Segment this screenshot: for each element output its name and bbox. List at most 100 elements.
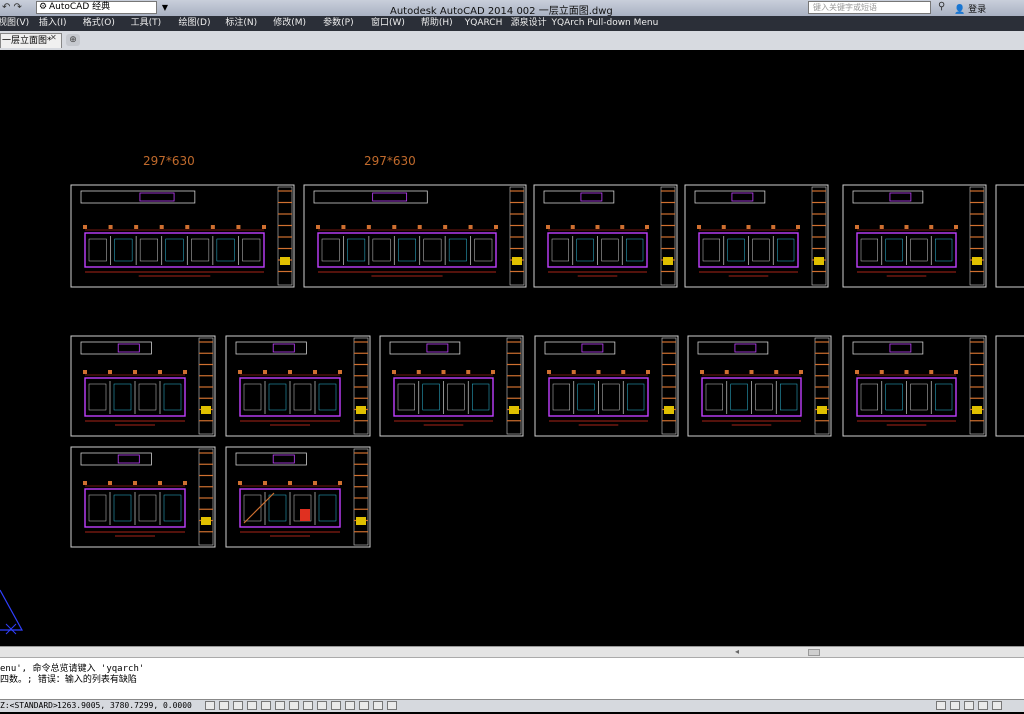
title-block xyxy=(969,186,985,286)
snap-toggle-icon[interactable] xyxy=(205,701,215,710)
elevation-panel xyxy=(163,383,182,411)
drawing-canvas[interactable]: 297*630 297*630 xyxy=(0,50,1024,646)
hardware-icon[interactable] xyxy=(964,701,974,710)
binoculars-icon[interactable]: ⚲ xyxy=(938,1,945,12)
menu-item-parametric[interactable]: 参数(P) xyxy=(323,16,368,31)
dimension-mark xyxy=(796,225,800,229)
menu-item-yqarch[interactable]: YQARCH xyxy=(465,16,508,31)
elevation-panel xyxy=(268,494,287,522)
dimension-mark xyxy=(746,225,751,229)
key-plan xyxy=(852,341,924,355)
elevation-panel xyxy=(601,238,619,262)
otrack-toggle-icon[interactable] xyxy=(289,701,299,710)
lwt-toggle-icon[interactable] xyxy=(331,701,341,710)
elevation-panel xyxy=(397,383,415,411)
dimension-mark xyxy=(313,370,317,374)
menu-item-format[interactable]: 格式(O) xyxy=(83,16,128,31)
menu-item-help[interactable]: 帮助(H) xyxy=(421,16,462,31)
clean-screen-icon[interactable] xyxy=(992,701,1002,710)
ortho-toggle-icon[interactable] xyxy=(233,701,243,710)
dimension-mark xyxy=(238,481,242,485)
dimension-mark xyxy=(468,225,473,229)
dimension-mark xyxy=(108,225,113,229)
menu-item-modify[interactable]: 修改(M) xyxy=(273,16,320,31)
undo-redo-icons[interactable]: ↶ ↷ xyxy=(2,2,32,14)
title-block xyxy=(353,337,369,435)
dimension-mark xyxy=(313,481,317,485)
elevation-panel xyxy=(705,383,723,411)
key-plan xyxy=(543,190,615,204)
elevation-panel xyxy=(702,238,720,262)
elevation-panel xyxy=(347,238,366,262)
status-tray xyxy=(936,701,1006,714)
ducs-toggle-icon[interactable] xyxy=(303,701,313,710)
key-plan-room xyxy=(272,343,295,353)
menu-item-tools[interactable]: 工具(T) xyxy=(131,16,176,31)
elevation-sheets[interactable] xyxy=(0,50,1024,646)
elevation-panel xyxy=(752,238,770,262)
workspace-switch-icon[interactable] xyxy=(936,701,946,710)
menu-item-draw[interactable]: 绘图(D) xyxy=(179,16,223,31)
dimension-mark xyxy=(724,370,729,374)
osnap-toggle-icon[interactable] xyxy=(261,701,271,710)
chevron-down-icon[interactable]: ▼ xyxy=(162,2,168,13)
elevation-panel xyxy=(885,383,903,411)
search-input[interactable]: 键入关键字或短语 xyxy=(808,1,931,14)
lock-icon[interactable] xyxy=(950,701,960,710)
status-bar: Z:<STANDARD> 1263.9005, 3780.7299, 0.000… xyxy=(0,699,1024,712)
scrollbar-thumb[interactable] xyxy=(808,649,820,656)
elevation-panel xyxy=(88,383,107,411)
dimension-mark xyxy=(183,370,187,374)
elevation-panel xyxy=(935,383,953,411)
elevation-panel xyxy=(216,238,235,262)
title-block-stamp xyxy=(664,406,674,414)
dimension-mark xyxy=(491,370,495,374)
dimension-mark xyxy=(620,225,625,229)
dimension-mark xyxy=(210,225,215,229)
dyn-toggle-icon[interactable] xyxy=(317,701,327,710)
menu-item-view[interactable]: 视图(V) xyxy=(0,16,36,31)
login-button[interactable]: 👤 登录 xyxy=(954,2,986,15)
dimension-mark xyxy=(929,370,934,374)
menu-item-dimension[interactable]: 标注(N) xyxy=(225,16,270,31)
dimension-mark xyxy=(108,370,112,374)
stair-profile xyxy=(243,492,275,524)
elevation-panel xyxy=(627,383,645,411)
3dosnap-toggle-icon[interactable] xyxy=(275,701,285,710)
qp-toggle-icon[interactable] xyxy=(359,701,369,710)
grid-toggle-icon[interactable] xyxy=(219,701,229,710)
tpy-toggle-icon[interactable] xyxy=(345,701,355,710)
dimension-mark xyxy=(236,225,241,229)
elevation-outline xyxy=(84,232,265,268)
title-block-stamp xyxy=(201,517,211,525)
sc-toggle-icon[interactable] xyxy=(373,701,383,710)
dimension-mark xyxy=(771,225,776,229)
polar-toggle-icon[interactable] xyxy=(247,701,257,710)
title-block-stamp xyxy=(280,257,290,265)
command-line[interactable]: enu', 命令总览请键入 'yqarch' 四数。; 错误：输入的列表有缺陷 xyxy=(0,657,1024,700)
menu-item-yuanquan[interactable]: 源泉设计 xyxy=(511,16,549,31)
elevation-panel xyxy=(576,238,594,262)
new-tab-button[interactable]: ⊕ xyxy=(66,34,80,46)
isolate-icon[interactable] xyxy=(978,701,988,710)
workspace-dropdown[interactable]: ⚙ AutoCAD 经典 ▼ xyxy=(36,1,168,14)
elevation-panel xyxy=(191,238,210,262)
dimension-mark xyxy=(954,225,958,229)
title-block-stamp xyxy=(663,257,673,265)
menu-item-window[interactable]: 窗口(W) xyxy=(371,16,418,31)
menu-item-insert[interactable]: 插入(I) xyxy=(39,16,80,31)
elevation-panel xyxy=(551,238,569,262)
menu-item-yqarch-pulldown[interactable]: YQArch Pull-down Menu xyxy=(552,16,659,31)
dimension-mark xyxy=(595,225,600,229)
title-block-stamp xyxy=(509,406,519,414)
dimension-mark xyxy=(338,481,342,485)
annotation-scale[interactable]: Z:<STANDARD> xyxy=(0,700,58,712)
am-toggle-icon[interactable] xyxy=(387,701,397,710)
elevation-panel xyxy=(398,238,416,262)
key-plan-room xyxy=(272,454,295,464)
dimension-mark xyxy=(443,225,448,229)
title-block-stamp xyxy=(201,406,211,414)
key-plan xyxy=(80,452,152,466)
close-icon[interactable]: ✕ xyxy=(50,33,57,42)
dimension-mark xyxy=(133,370,137,374)
